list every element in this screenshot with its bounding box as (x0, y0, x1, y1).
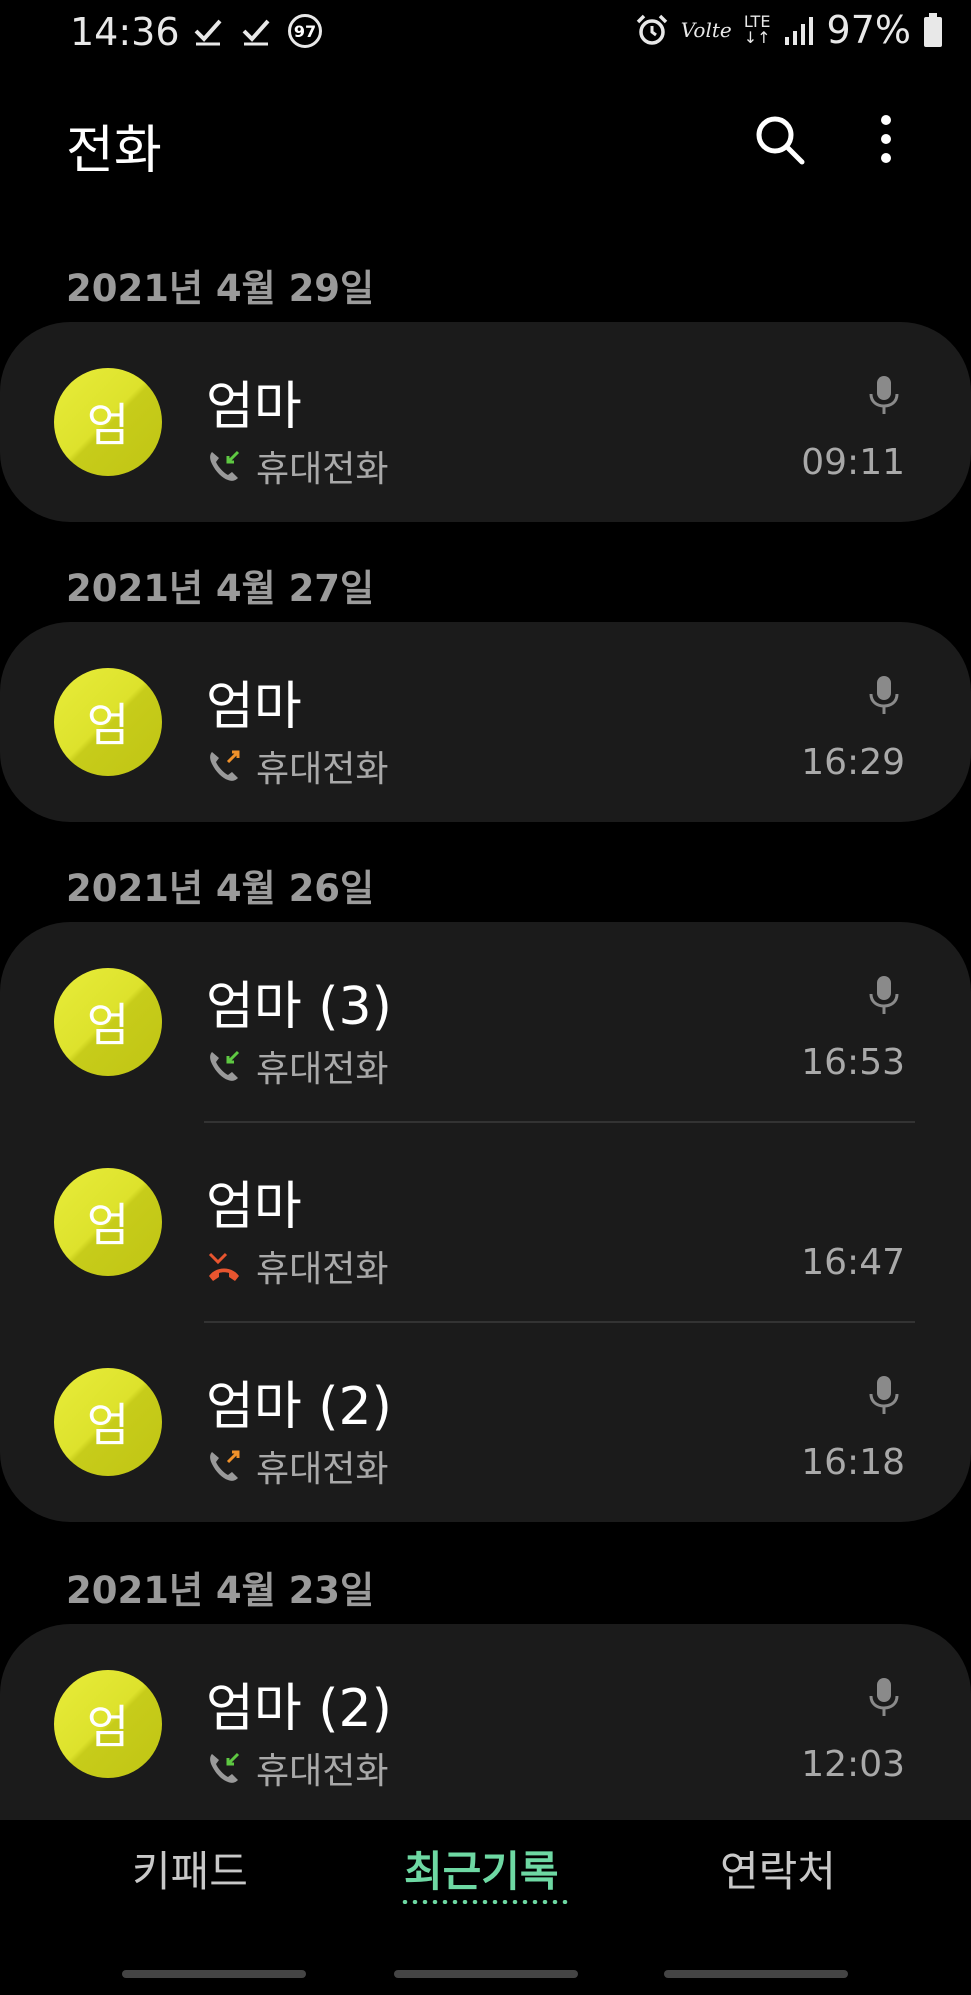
missed-call-icon (208, 1252, 239, 1281)
gesture-hint-home[interactable] (394, 1970, 578, 1978)
call-group-card: 엄 엄마 (3) 휴대전화 16:53 엄 엄마 휴대전화 16:47 엄 엄마… (0, 922, 971, 1522)
tab-recents[interactable]: 최근기록 (404, 1838, 559, 1899)
call-time: 16:47 (801, 1242, 905, 1283)
call-log-item[interactable]: 엄 엄마 (2) 휴대전화 16:18 (0, 1322, 971, 1522)
status-bar: 14:36 97 Volte LTE ↓↑ 97% (0, 0, 971, 66)
check-icon (194, 19, 222, 46)
active-tab-indicator (400, 1900, 570, 1904)
call-group-card: 엄 엄마 휴대전화 09:11 (0, 322, 971, 522)
call-log-item[interactable]: 엄 엄마 휴대전화 09:11 (0, 322, 971, 522)
call-log-item[interactable]: 엄 엄마 (3) 휴대전화 16:53 (0, 922, 971, 1122)
signal-icon (784, 17, 813, 45)
page-title: 전화 (66, 121, 162, 181)
date-header: 2021년 4월 23일 (66, 1569, 375, 1612)
date-header: 2021년 4월 27일 (66, 567, 375, 610)
call-group-card: 엄 엄마 휴대전화 16:29 (0, 622, 971, 822)
call-type-label: 휴대전화 (256, 1449, 389, 1490)
incoming-call-icon (210, 1752, 240, 1783)
microphone-icon (869, 1376, 899, 1414)
outgoing-call-icon (210, 750, 240, 781)
app-header: 전화 (0, 96, 971, 186)
contact-name: 엄마 (2) (206, 1377, 392, 1437)
notification-count-badge: 97 (288, 14, 322, 48)
microphone-icon (869, 376, 899, 414)
microphone-icon (869, 676, 899, 714)
incoming-call-icon (210, 450, 240, 481)
contact-name: 엄마 (206, 677, 302, 737)
avatar: 엄 (54, 1168, 162, 1276)
call-log-item[interactable]: 엄 엄마 휴대전화 16:47 (0, 1122, 971, 1322)
call-time: 16:29 (801, 742, 905, 783)
call-type-label: 휴대전화 (256, 1751, 389, 1792)
incoming-call-icon (210, 1050, 240, 1081)
call-type-label: 휴대전화 (256, 449, 389, 490)
avatar: 엄 (54, 1670, 162, 1778)
volte-indicator: Volte (680, 18, 732, 42)
contact-name: 엄마 (206, 377, 302, 437)
avatar: 엄 (54, 968, 162, 1076)
check-icon (242, 19, 270, 46)
call-time: 16:18 (801, 1442, 905, 1483)
microphone-icon (869, 976, 899, 1014)
avatar: 엄 (54, 368, 162, 476)
date-header: 2021년 4월 29일 (66, 267, 375, 310)
contact-name: 엄마 (206, 1177, 302, 1237)
battery-icon (924, 13, 942, 47)
gesture-hint-right[interactable] (664, 1970, 848, 1978)
search-icon[interactable] (752, 112, 806, 166)
status-system-icons: Volte LTE ↓↑ 97% (635, 8, 943, 52)
contact-name: 엄마 (2) (206, 1679, 392, 1739)
call-time: 16:53 (801, 1042, 905, 1083)
call-type-label: 휴대전화 (256, 749, 389, 790)
lte-indicator: LTE ↓↑ (743, 12, 771, 47)
gesture-hint-left[interactable] (122, 1970, 306, 1978)
call-type-label: 휴대전화 (256, 1249, 389, 1290)
more-options-icon[interactable] (866, 112, 906, 166)
outgoing-call-icon (210, 1450, 240, 1481)
avatar: 엄 (54, 668, 162, 776)
bottom-navigation: 키패드 최근기록 연락처 (0, 1806, 971, 1926)
call-log-item[interactable]: 엄 엄마 휴대전화 16:29 (0, 622, 971, 822)
microphone-icon (869, 1678, 899, 1716)
tab-contacts[interactable]: 연락처 (720, 1838, 836, 1899)
call-log-item[interactable]: 엄 엄마 (2) 휴대전화 12:03 (0, 1624, 971, 1820)
call-type-label: 휴대전화 (256, 1049, 389, 1090)
call-group-card: 엄 엄마 (2) 휴대전화 12:03 (0, 1624, 971, 1820)
call-time: 12:03 (801, 1744, 905, 1785)
call-time: 09:11 (801, 442, 905, 483)
alarm-icon (636, 14, 668, 45)
date-header: 2021년 4월 26일 (66, 867, 375, 910)
tab-keypad[interactable]: 키패드 (132, 1838, 248, 1899)
status-notifications: 97 (192, 14, 322, 48)
battery-percentage: 97% (826, 8, 911, 52)
avatar: 엄 (54, 1368, 162, 1476)
status-time: 14:36 (70, 10, 180, 54)
contact-name: 엄마 (3) (206, 977, 392, 1037)
